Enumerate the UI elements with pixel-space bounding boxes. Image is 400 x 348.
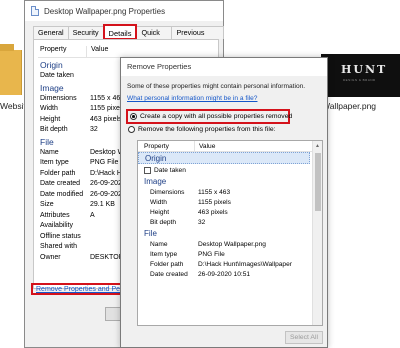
- option-create-copy-label: Create a copy with all possible properti…: [140, 113, 293, 120]
- details-row-value: PNG File: [90, 159, 119, 166]
- checklist-row[interactable]: Folder path D:\Hack Hunt\Images\Wallpaper: [138, 260, 322, 270]
- checklist-row-value: Desktop Wallpaper.png: [198, 241, 266, 248]
- checklist-row[interactable]: Name Desktop Wallpaper.png: [138, 240, 322, 250]
- checklist-row-value: 32: [198, 219, 206, 226]
- tab-security[interactable]: Security: [67, 26, 104, 39]
- details-row-value: [86, 232, 90, 243]
- details-row-property: Name: [40, 148, 59, 156]
- desktop-wallpaper-thumbnail[interactable]: HUNT DESIGN & BRAND: [321, 54, 400, 97]
- group-image[interactable]: Image: [138, 176, 322, 188]
- column-header-property[interactable]: Property: [38, 46, 86, 57]
- option-remove-following[interactable]: Remove the following properties from thi…: [128, 126, 276, 133]
- personal-info-help-link[interactable]: What personal information might be in a …: [127, 95, 257, 102]
- details-row-property: Offline status: [40, 232, 81, 240]
- tab-previous-versions[interactable]: Previous Versions: [171, 26, 224, 49]
- radio-remove-following[interactable]: [128, 126, 135, 133]
- checklist-row-property: Height: [150, 209, 170, 216]
- file-rows: Name Desktop Wallpaper.png Item type PNG Fi…: [138, 240, 322, 280]
- remove-properties-dialog: Remove Properties Some of these properti…: [120, 57, 328, 348]
- details-row-value: [86, 242, 90, 253]
- checklist-row-property: Width: [150, 199, 167, 206]
- details-row-property: Availability: [40, 222, 73, 229]
- date-taken-label: Date taken: [154, 166, 186, 174]
- group-file[interactable]: File: [138, 228, 322, 240]
- image-rows: Dimensions 1155 x 463 Width 1155 pixels Heig…: [138, 188, 322, 228]
- details-row-value: 463 pixels: [90, 115, 122, 123]
- option-remove-following-label: Remove the following properties from thi…: [138, 126, 276, 133]
- details-row-value: 32: [90, 126, 98, 133]
- checklist-row[interactable]: Height 463 pixels: [138, 208, 322, 218]
- details-row-property: Shared with: [40, 243, 77, 250]
- checklist-header-value: Value: [194, 141, 215, 151]
- checkbox-date-taken[interactable]: [144, 166, 151, 174]
- option-create-copy[interactable]: Create a copy with all possible properti…: [126, 109, 293, 124]
- details-row-property: Folder path: [40, 169, 76, 177]
- dialog-intro-text: Some of these properties might contain p…: [127, 83, 306, 90]
- details-row-property: Dimensions: [40, 94, 77, 102]
- details-row-property: Attributes: [40, 211, 70, 219]
- checklist-column-headers: Property Value: [138, 141, 322, 152]
- checklist-row-property: Bit depth: [150, 219, 177, 226]
- checklist-row-value: 463 pixels: [198, 209, 228, 216]
- checklist-row-property: Name: [150, 241, 168, 248]
- checklist-row[interactable]: Dimensions 1155 x 463: [138, 188, 322, 198]
- checklist-row-property: Date created: [150, 271, 188, 278]
- checklist-row-property: Item type: [150, 251, 178, 258]
- details-row-property: Width: [40, 105, 58, 112]
- checklist-row-value: 1155 x 463: [198, 189, 231, 196]
- checklist-row-property: Dimensions: [150, 189, 185, 196]
- thumbnail-logo-subtext: DESIGN & BRAND: [343, 78, 376, 82]
- checklist-row-date-taken[interactable]: Date taken: [138, 164, 322, 176]
- checklist-row-value: D:\Hack Hunt\Images\Wallpaper: [198, 261, 292, 268]
- tab-quick-heal[interactable]: Quick Heal: [136, 26, 173, 49]
- details-row-property: Owner: [40, 253, 61, 261]
- properties-title: Desktop Wallpaper.png Properties: [44, 6, 166, 16]
- details-row-value: [86, 71, 90, 82]
- details-row-property: Date modified: [40, 190, 84, 198]
- properties-titlebar: Desktop Wallpaper.png Properties: [25, 1, 223, 21]
- checklist-header-property: Property: [144, 143, 169, 150]
- thumbnail-logo-text: HUNT: [341, 63, 388, 76]
- select-all-button[interactable]: Select All: [285, 331, 323, 344]
- checklist-row[interactable]: Bit depth 32: [138, 218, 322, 228]
- tab-general[interactable]: General: [33, 26, 69, 39]
- details-row-property: Item type: [40, 159, 69, 166]
- remove-properties-link[interactable]: Remove Properties and Personal Informati…: [31, 283, 127, 295]
- checklist-scrollbar[interactable]: ▲: [312, 141, 322, 325]
- details-row-value: 29.1 KB: [90, 201, 115, 208]
- details-row-property: Height: [40, 115, 61, 123]
- property-checklist: Property Value Origin Date taken Image D…: [137, 140, 323, 326]
- tab-details[interactable]: Details: [102, 24, 138, 40]
- details-row-value: [86, 221, 90, 232]
- details-row-property: Bit depth: [40, 126, 68, 133]
- details-row-value: 1155 x 463: [90, 94, 125, 102]
- details-row-property: Date taken: [40, 72, 74, 79]
- checklist-row[interactable]: Width 1155 pixels: [138, 198, 322, 208]
- details-row-property: Size: [40, 201, 54, 208]
- checklist-row-value: 1155 pixels: [198, 199, 231, 206]
- checklist-row[interactable]: Date created 26-09-2020 10:51: [138, 270, 322, 280]
- checklist-row-value: PNG File: [198, 251, 225, 258]
- remove-properties-titlebar: Remove Properties: [121, 58, 327, 76]
- details-row-value: A: [90, 211, 95, 219]
- checklist-row[interactable]: Item type PNG File: [138, 250, 322, 260]
- desktop-item-label-wallpaper[interactable]: Wallpaper.png: [322, 101, 376, 111]
- details-row-value: DESKTOP: [90, 253, 124, 261]
- desktop-folder-icon[interactable]: [0, 44, 22, 95]
- checklist-row-property: Folder path: [150, 261, 184, 268]
- checklist-row-value: 26-09-2020 10:51: [198, 271, 251, 278]
- group-origin[interactable]: Origin: [138, 152, 310, 164]
- scroll-up-arrow-icon[interactable]: ▲: [315, 143, 320, 149]
- details-row-property: Date created: [40, 180, 81, 187]
- radio-create-copy[interactable]: [130, 113, 137, 120]
- column-header-value[interactable]: Value: [86, 46, 108, 57]
- scrollbar-thumb[interactable]: [315, 153, 321, 211]
- file-icon: [31, 6, 39, 16]
